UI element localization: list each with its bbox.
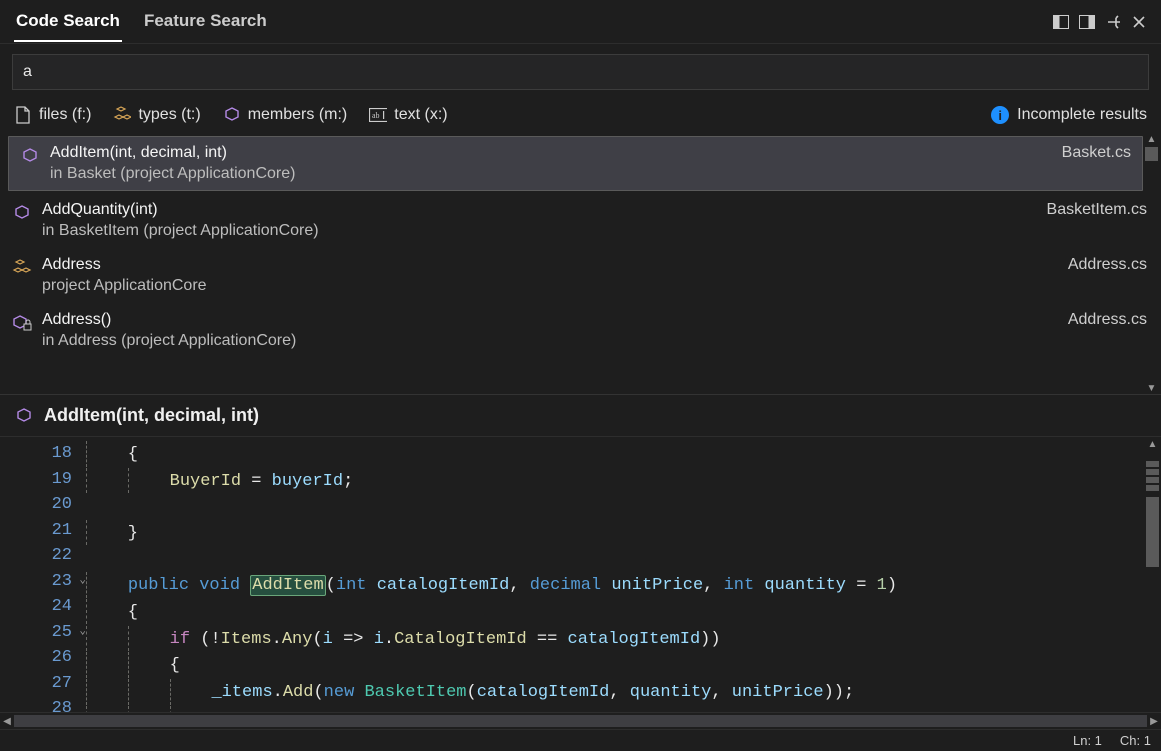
window-controls	[1051, 12, 1149, 32]
status-line: Ln: 1	[1073, 733, 1102, 748]
type-icon	[12, 258, 32, 278]
scroll-up-icon: ▲	[1147, 134, 1157, 145]
member-icon	[14, 406, 34, 426]
result-path: Address.cs	[1068, 311, 1147, 329]
member-icon	[223, 106, 241, 124]
filter-text-label: text (x:)	[394, 106, 447, 124]
scroll-down-icon: ▼	[1147, 383, 1157, 394]
member-private-icon	[12, 313, 32, 333]
filter-members-label: members (m:)	[248, 106, 348, 124]
info-icon: i	[991, 106, 1009, 124]
filter-types[interactable]: types (t:)	[113, 106, 200, 124]
preview-title: AddItem(int, decimal, int)	[44, 405, 259, 426]
filter-members[interactable]: members (m:)	[223, 106, 348, 124]
filter-files[interactable]: files (f:)	[14, 106, 91, 124]
result-sub: in Address (project ApplicationCore)	[42, 332, 1149, 350]
member-icon	[20, 146, 40, 166]
scroll-right-icon: ▶	[1147, 716, 1161, 727]
scroll-up-icon: ▲	[1144, 439, 1161, 450]
filter-text[interactable]: ab text (x:)	[369, 106, 447, 124]
text-icon: ab	[369, 106, 387, 124]
result-sub: in Basket (project ApplicationCore)	[50, 165, 1131, 183]
panel-left-icon[interactable]	[1051, 12, 1071, 32]
types-icon	[113, 106, 131, 124]
result-item[interactable]: Address() in Address (project Application…	[0, 303, 1161, 358]
tab-feature-search[interactable]: Feature Search	[142, 1, 269, 42]
code-area[interactable]: { BuyerId = buyerId; } public void AddIt…	[80, 437, 1144, 712]
result-item[interactable]: AddQuantity(int) in BasketItem (project A…	[0, 193, 1161, 248]
close-icon[interactable]	[1129, 12, 1149, 32]
search-results: AddItem(int, decimal, int) in Basket (pro…	[0, 134, 1161, 394]
editor-horizontal-scrollbar[interactable]: ◀ ▶	[0, 712, 1161, 729]
result-sub: project ApplicationCore	[42, 277, 1149, 295]
result-title: AddQuantity(int)	[42, 201, 1149, 219]
status-incomplete[interactable]: i Incomplete results	[991, 106, 1147, 124]
pin-icon[interactable]	[1103, 12, 1123, 32]
result-path: Basket.cs	[1062, 144, 1131, 162]
status-col: Ch: 1	[1120, 733, 1151, 748]
preview-header: AddItem(int, decimal, int)	[0, 394, 1161, 436]
result-item[interactable]: Address project ApplicationCore Address.cs	[0, 248, 1161, 303]
scroll-left-icon: ◀	[0, 716, 14, 727]
result-path: Address.cs	[1068, 256, 1147, 274]
result-path: BasketItem.cs	[1047, 201, 1147, 219]
search-input[interactable]	[12, 54, 1149, 90]
code-preview: 181920212223⌄2425⌄262728 { BuyerId = buy…	[0, 436, 1161, 712]
line-gutter: 181920212223⌄2425⌄262728	[0, 437, 80, 712]
scroll-thumb	[1145, 147, 1158, 161]
result-title: AddItem(int, decimal, int)	[50, 144, 1131, 162]
result-sub: in BasketItem (project ApplicationCore)	[42, 222, 1149, 240]
status-bar: Ln: 1 Ch: 1	[0, 729, 1161, 751]
result-item[interactable]: AddItem(int, decimal, int) in Basket (pro…	[8, 136, 1143, 191]
result-title: Address()	[42, 311, 1149, 329]
svg-text:ab: ab	[372, 111, 380, 120]
tab-code-search[interactable]: Code Search	[14, 1, 122, 42]
panel-right-icon[interactable]	[1077, 12, 1097, 32]
filter-types-label: types (t:)	[138, 106, 200, 124]
status-incomplete-label: Incomplete results	[1017, 106, 1147, 124]
search-mode-tabs: Code Search Feature Search	[10, 1, 273, 42]
member-icon	[12, 203, 32, 223]
editor-vertical-scrollbar[interactable]: ▲	[1144, 437, 1161, 712]
result-title: Address	[42, 256, 1149, 274]
filter-files-label: files (f:)	[39, 106, 91, 124]
results-scrollbar[interactable]: ▲ ▼	[1144, 134, 1159, 394]
file-icon	[14, 106, 32, 124]
